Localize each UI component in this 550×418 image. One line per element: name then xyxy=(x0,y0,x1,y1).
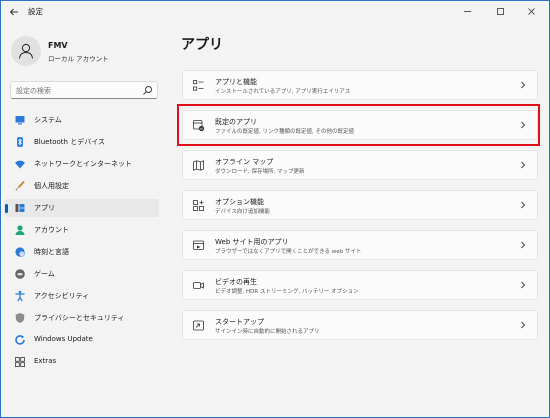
wifi-icon xyxy=(15,160,25,169)
brush-icon xyxy=(15,180,25,191)
card-description: デバイス向け追加機能 xyxy=(215,209,270,215)
search-box[interactable] xyxy=(10,81,158,99)
video-icon xyxy=(193,282,204,289)
search-icon[interactable] xyxy=(142,85,153,96)
sidebar-item-windows-update[interactable]: Windows Update xyxy=(4,331,159,349)
sidebar-item-extras[interactable]: Extras xyxy=(4,353,159,371)
card-title: Web サイト用のアプリ xyxy=(215,238,289,246)
apps-icon xyxy=(15,204,25,212)
monitor-icon xyxy=(15,116,25,125)
page-title: アプリ xyxy=(181,37,223,53)
map-icon xyxy=(193,160,204,171)
card-title: オプション機能 xyxy=(215,198,264,206)
card-title: ビデオの再生 xyxy=(215,278,257,286)
minimize-button[interactable] xyxy=(455,3,479,19)
close-icon xyxy=(527,7,535,15)
search-input[interactable] xyxy=(16,85,136,96)
bluetooth-icon xyxy=(17,137,23,147)
globe-clock-icon xyxy=(15,247,25,257)
highlight-box xyxy=(177,104,540,146)
card-startup[interactable]: スタートアップ サインイン時に自動的に開始されるアプリ xyxy=(182,310,538,340)
sidebar-item-apps[interactable]: アプリ xyxy=(4,199,159,217)
sidebar-item-label: アプリ xyxy=(34,204,55,212)
sidebar-item-label: Extras xyxy=(34,357,57,365)
card-title: スタートアップ xyxy=(215,318,264,326)
sidebar-item-label: アクセシビリティ xyxy=(34,292,90,300)
web-apps-icon xyxy=(193,240,204,250)
maximize-button[interactable] xyxy=(488,3,512,19)
title-bar: 設定 xyxy=(1,1,549,23)
card-apps-for-websites[interactable]: Web サイト用のアプリ ブラウザーではなくアプリで開くことができる web サ… xyxy=(182,230,538,260)
card-description: インストールされているアプリ, アプリ実行エイリアス xyxy=(215,89,351,95)
sidebar-item-label: 時刻と言語 xyxy=(34,248,69,256)
sidebar-item-label: システム xyxy=(34,116,62,124)
update-icon xyxy=(15,335,25,345)
sidebar-item-gaming[interactable]: ゲーム xyxy=(4,265,159,283)
card-optional-features[interactable]: オプション機能 デバイス向け追加機能 xyxy=(182,190,538,220)
sidebar-item-label: ゲーム xyxy=(34,270,55,278)
extras-icon xyxy=(15,357,25,367)
chevron-right-icon xyxy=(521,81,526,89)
sidebar-item-label: Bluetooth とデバイス xyxy=(34,138,105,146)
sidebar-item-accessibility[interactable]: アクセシビリティ xyxy=(4,287,159,305)
chevron-right-icon xyxy=(521,321,526,329)
apps-list-icon xyxy=(193,80,204,91)
chevron-right-icon xyxy=(521,241,526,249)
sidebar-item-label: 個人用設定 xyxy=(34,182,69,190)
sidebar-item-network[interactable]: ネットワークとインターネット xyxy=(4,155,159,173)
user-name: FMV xyxy=(48,41,68,50)
sidebar-item-label: Windows Update xyxy=(34,335,93,343)
card-description: ブラウザーではなくアプリで開くことができる web サイト xyxy=(215,249,362,255)
chevron-right-icon xyxy=(521,201,526,209)
card-apps-features[interactable]: アプリと機能 インストールされているアプリ, アプリ実行エイリアス xyxy=(182,70,538,100)
card-video-playback[interactable]: ビデオの再生 ビデオ調整, HDR ストリーミング, バッテリー オプション xyxy=(182,270,538,300)
back-button[interactable] xyxy=(7,5,21,19)
sidebar-item-time-language[interactable]: 時刻と言語 xyxy=(4,243,159,261)
person-icon xyxy=(15,225,25,235)
settings-window: 設定 FMV ローカル アカウント システム xyxy=(0,0,550,418)
sidebar-item-label: ネットワークとインターネット xyxy=(34,160,132,168)
card-title: アプリと機能 xyxy=(215,78,257,86)
card-description: サインイン時に自動的に開始されるアプリ xyxy=(215,329,320,335)
card-offline-maps[interactable]: オフライン マップ ダウンロード, 保存場所, マップ更新 xyxy=(182,150,538,180)
card-description: ダウンロード, 保存場所, マップ更新 xyxy=(215,169,305,175)
chevron-right-icon xyxy=(521,281,526,289)
chevron-right-icon xyxy=(521,161,526,169)
startup-icon xyxy=(193,320,204,331)
sidebar-item-bluetooth[interactable]: Bluetooth とデバイス xyxy=(4,133,159,151)
card-title: オフライン マップ xyxy=(215,158,274,166)
sidebar-item-personalization[interactable]: 個人用設定 xyxy=(4,177,159,195)
sidebar-item-accounts[interactable]: アカウント xyxy=(4,221,159,239)
back-arrow-icon xyxy=(9,8,18,16)
shield-icon xyxy=(15,313,25,323)
optional-features-icon xyxy=(193,200,204,211)
account-type: ローカル アカウント xyxy=(48,55,109,63)
sidebar-item-label: アカウント xyxy=(34,226,69,234)
sidebar-item-privacy-security[interactable]: プライバシーとセキュリティ xyxy=(4,309,159,327)
person-avatar-icon xyxy=(19,43,33,59)
minimize-icon xyxy=(463,10,471,12)
gamepad-icon xyxy=(15,269,25,279)
close-button[interactable] xyxy=(519,3,543,19)
sidebar-item-system[interactable]: システム xyxy=(4,111,159,129)
sidebar-item-label: プライバシーとセキュリティ xyxy=(34,314,125,322)
card-description: ビデオ調整, HDR ストリーミング, バッテリー オプション xyxy=(215,289,359,295)
window-title: 設定 xyxy=(28,7,43,16)
selection-indicator xyxy=(5,204,8,213)
maximize-icon xyxy=(496,7,504,15)
avatar[interactable] xyxy=(11,36,41,66)
accessibility-icon xyxy=(15,290,25,302)
